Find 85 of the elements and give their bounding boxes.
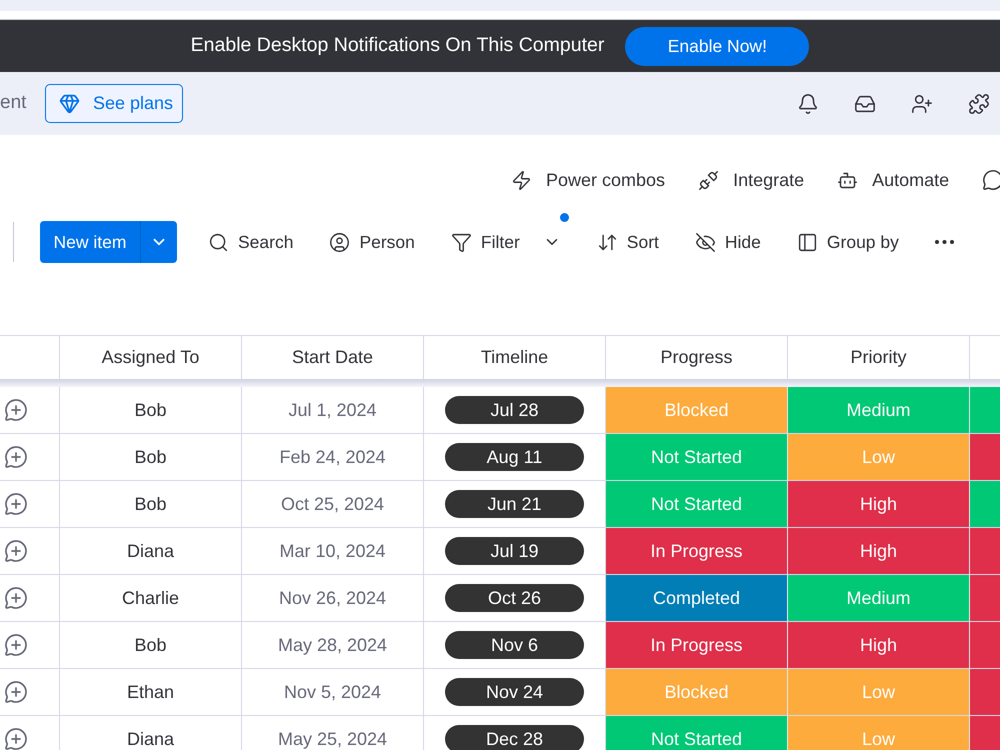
status-cell[interactable]: [970, 669, 1000, 715]
status-cell[interactable]: [970, 387, 1000, 433]
search-icon: [208, 232, 229, 252]
chat-plus-icon: [4, 680, 28, 704]
table-cell: May 25, 2024: [242, 716, 424, 750]
table-cell: Diana: [60, 528, 242, 574]
table-cell: Nov 5, 2024: [242, 669, 424, 715]
table-cell: Bob: [60, 434, 242, 480]
apps-button[interactable]: [968, 92, 990, 114]
timeline-pill[interactable]: Jun 21: [445, 490, 584, 518]
chat-plus-icon: [4, 445, 28, 469]
add-update-button[interactable]: [4, 680, 28, 704]
chat-plus-icon: [4, 633, 28, 657]
status-cell[interactable]: [970, 575, 1000, 621]
toolbar-button[interactable]: Sort: [596, 228, 659, 256]
toolbar-button[interactable]: Person: [329, 228, 415, 256]
invite-button[interactable]: [911, 92, 933, 114]
timeline-pill[interactable]: Dec 28: [445, 725, 584, 750]
status-cell[interactable]: [970, 716, 1000, 750]
puzzle-icon: [968, 92, 990, 114]
status-cell[interactable]: In Progress: [606, 528, 788, 574]
user-plus-icon: [911, 92, 933, 114]
chat-bubble-icon[interactable]: [982, 169, 1000, 191]
table-cell: Oct 25, 2024: [242, 481, 424, 527]
chat-plus-icon: [4, 492, 28, 516]
filter-icon: [450, 232, 472, 252]
new-item-button[interactable]: New item: [40, 221, 141, 263]
user-circle-icon: [329, 232, 350, 252]
more-icon: [934, 240, 954, 244]
table-cell: Nov 26, 2024: [242, 575, 424, 621]
board-action-button[interactable]: Integrate: [698, 166, 804, 194]
timeline-pill[interactable]: Nov 6: [445, 631, 584, 659]
timeline-pill[interactable]: Nov 24: [445, 678, 584, 706]
chat-plus-icon: [4, 398, 28, 422]
toolbar-button[interactable]: Group by: [796, 228, 899, 256]
bell-icon: [797, 92, 819, 114]
notifications-button[interactable]: [797, 92, 819, 114]
table-cell: May 28, 2024: [242, 622, 424, 668]
toolbar-button[interactable]: Filter: [450, 228, 561, 256]
enable-now-button[interactable]: Enable Now!: [625, 26, 810, 66]
board-action-button[interactable]: Automate: [837, 166, 950, 194]
header-text: ent: [0, 91, 28, 116]
board-action-button[interactable]: Power combos: [511, 166, 666, 194]
table-cell: Feb 24, 2024: [242, 434, 424, 480]
chat-plus-icon: [4, 727, 28, 750]
status-cell[interactable]: [970, 528, 1000, 574]
plug-icon: [698, 170, 720, 190]
chat-plus-icon: [4, 539, 28, 563]
table-cell: Jul 1, 2024: [242, 387, 424, 433]
add-update-button[interactable]: [4, 586, 28, 610]
table-cell: Bob: [60, 622, 242, 668]
table-cell: Bob: [60, 387, 242, 433]
table-cell: Ethan: [60, 669, 242, 715]
status-cell[interactable]: [970, 481, 1000, 527]
toolbar-button[interactable]: Search: [208, 228, 294, 256]
timeline-pill[interactable]: Oct 26: [445, 584, 584, 612]
add-update-button[interactable]: [4, 539, 28, 563]
status-cell[interactable]: In Progress: [606, 622, 788, 668]
status-cell[interactable]: [970, 434, 1000, 480]
timeline-pill[interactable]: Jul 28: [445, 396, 584, 424]
status-cell[interactable]: [970, 622, 1000, 668]
table-cell: Diana: [60, 716, 242, 750]
banner-message: Enable Desktop Notifications On This Computer: [190, 33, 604, 58]
priority-cell[interactable]: High: [788, 481, 970, 527]
priority-cell[interactable]: High: [788, 528, 970, 574]
lightning-icon: [511, 170, 532, 190]
see-plans-button[interactable]: See plans: [45, 84, 183, 123]
add-update-button[interactable]: [4, 492, 28, 516]
more-button[interactable]: [934, 240, 954, 244]
chat-plus-icon: [4, 586, 28, 610]
table-cell: Charlie: [60, 575, 242, 621]
timeline-pill[interactable]: Aug 11: [445, 443, 584, 471]
status-cell[interactable]: Completed: [606, 575, 788, 621]
panel-icon: [796, 232, 818, 252]
add-update-button[interactable]: [4, 445, 28, 469]
table-cell: Bob: [60, 481, 242, 527]
eye-off-icon: [694, 232, 716, 252]
toolbar-button[interactable]: Hide: [694, 228, 761, 256]
add-update-button[interactable]: [4, 727, 28, 750]
add-update-button[interactable]: [4, 633, 28, 657]
table-cell: Mar 10, 2024: [242, 528, 424, 574]
diamond-icon: [59, 93, 80, 114]
priority-cell[interactable]: High: [788, 622, 970, 668]
add-update-button[interactable]: [4, 398, 28, 422]
timeline-pill[interactable]: Jul 19: [445, 537, 584, 565]
